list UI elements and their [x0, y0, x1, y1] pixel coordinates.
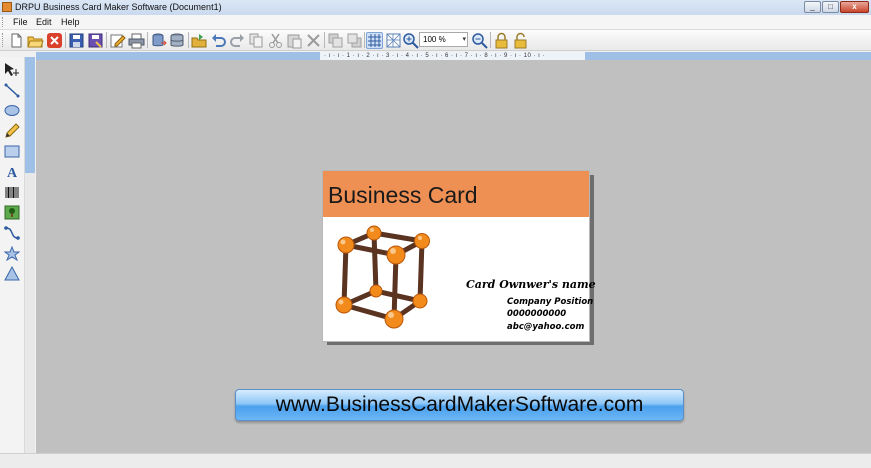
card-owner-name[interactable]: Card Ownwer's name	[466, 278, 596, 292]
menu-grip	[2, 17, 6, 27]
image-icon[interactable]	[4, 205, 20, 220]
line-icon[interactable]	[4, 83, 20, 98]
redo-icon[interactable]	[229, 32, 246, 49]
rectangle-icon[interactable]	[4, 144, 20, 159]
ellipse-icon[interactable]	[4, 103, 20, 118]
app-icon	[2, 2, 12, 12]
folder-open-icon[interactable]	[191, 32, 208, 49]
menu-help[interactable]: Help	[61, 16, 80, 28]
unlock-icon[interactable]	[512, 32, 529, 49]
toolbar-separator	[188, 32, 189, 48]
menu-bar	[0, 15, 871, 30]
toolbar-separator	[65, 32, 66, 48]
zoom-select[interactable]: 100 % ▾	[419, 32, 468, 47]
menu-file[interactable]: File	[13, 16, 28, 28]
svg-text:A: A	[7, 166, 18, 179]
toolbar-separator	[106, 32, 107, 48]
status-bar	[0, 453, 871, 468]
delete-icon[interactable]	[305, 32, 322, 49]
card-email[interactable]: abc@yahoo.com	[507, 322, 584, 333]
grid-icon[interactable]	[366, 32, 383, 49]
database-icon[interactable]	[169, 32, 186, 49]
maximize-button[interactable]: □	[822, 1, 839, 13]
paste-icon[interactable]	[286, 32, 303, 49]
lock-icon[interactable]	[493, 32, 510, 49]
close-button[interactable]: x	[840, 1, 869, 13]
print-icon[interactable]	[128, 32, 145, 49]
3d-cube-molecule-icon[interactable]	[334, 223, 432, 333]
undo-icon[interactable]	[210, 32, 227, 49]
copy-icon[interactable]	[248, 32, 265, 49]
zoom-value: 100 %	[423, 35, 446, 44]
toolbar-separator	[147, 32, 148, 48]
edit-icon[interactable]	[109, 32, 126, 49]
chevron-down-icon: ▾	[462, 36, 466, 43]
save-icon[interactable]	[68, 32, 85, 49]
open-icon[interactable]	[27, 32, 44, 49]
new-icon[interactable]	[8, 32, 25, 49]
window-title: DRPU Business Card Maker Software (Docum…	[15, 2, 222, 12]
triangle-icon[interactable]	[4, 265, 20, 281]
star-icon[interactable]	[3, 245, 21, 262]
vertical-ruler-highlight	[25, 57, 35, 173]
text-icon[interactable]: A	[4, 164, 20, 181]
save-as-icon[interactable]	[87, 32, 104, 49]
toolbar-grip	[2, 33, 6, 47]
minimize-button[interactable]: _	[804, 1, 821, 13]
zoom-in-icon[interactable]	[402, 32, 419, 49]
toolbar-separator	[364, 32, 365, 48]
pencil-icon[interactable]	[4, 123, 20, 138]
card-title[interactable]: Business Card	[328, 182, 478, 208]
pattern-icon[interactable]	[385, 32, 402, 49]
cut-icon[interactable]	[267, 32, 284, 49]
barcode-icon[interactable]	[4, 185, 20, 200]
export-icon[interactable]	[150, 32, 167, 49]
card-phone[interactable]: 0000000000	[507, 309, 566, 320]
toolbar-separator	[324, 32, 325, 48]
ruler-labels: · ı · ı · 1 · ı · 2 · ı · 3 · ı · 4 · ı …	[324, 53, 546, 59]
zoom-out-icon[interactable]	[471, 32, 488, 49]
close-doc-icon[interactable]	[46, 32, 63, 49]
card-company-position[interactable]: Company Position	[507, 297, 593, 308]
bring-forward-icon[interactable]	[327, 32, 344, 49]
send-backward-icon[interactable]	[346, 32, 363, 49]
menu-edit[interactable]: Edit	[36, 16, 52, 28]
toolbar-separator	[490, 32, 491, 48]
curve-icon[interactable]	[4, 225, 20, 240]
pointer-icon[interactable]	[4, 62, 20, 77]
website-url: www.BusinessCardMakerSoftware.com	[275, 393, 644, 416]
